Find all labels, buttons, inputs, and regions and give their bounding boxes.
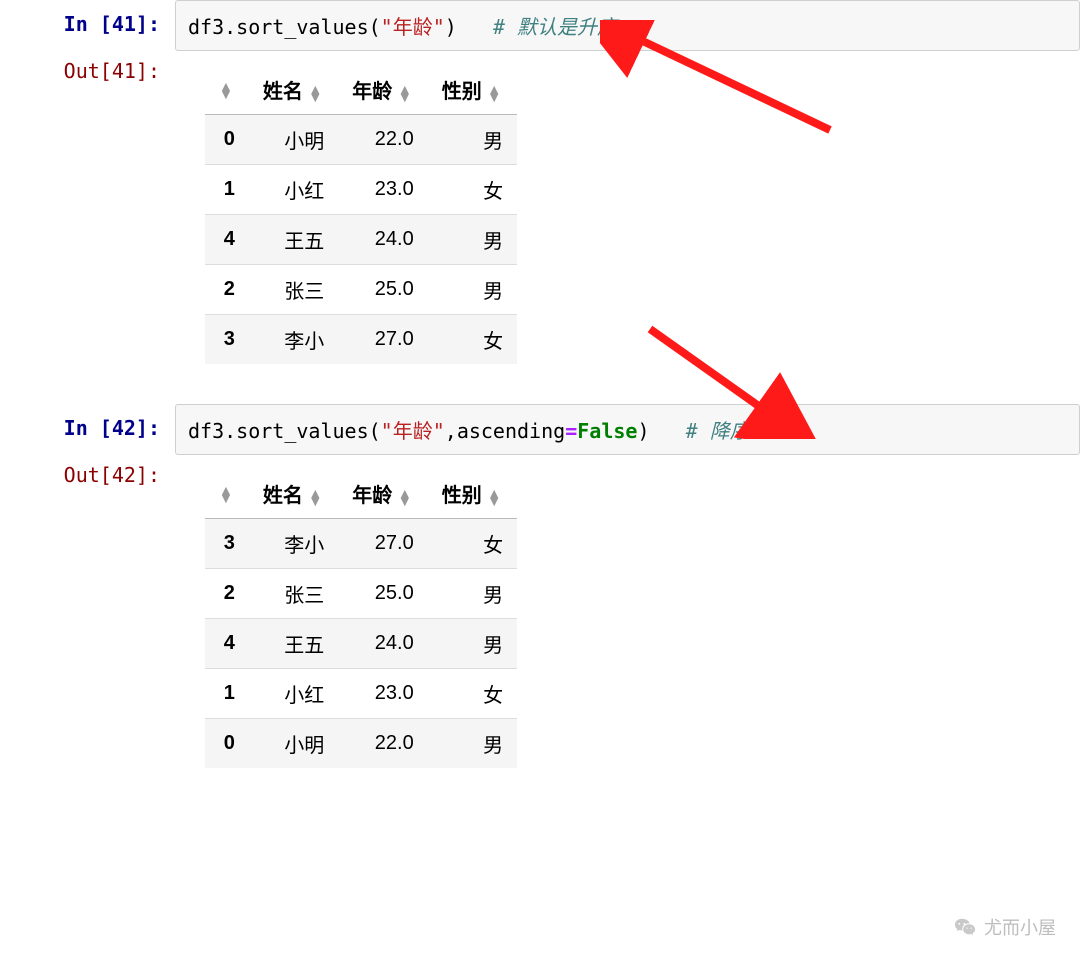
cell: 小明: [249, 115, 338, 165]
table-row: 4王五24.0男: [205, 619, 517, 669]
wechat-icon: [954, 916, 976, 938]
cell: 小明: [249, 719, 338, 769]
table-row: 3李小27.0女: [205, 315, 517, 365]
col-header[interactable]: 性别: [428, 469, 517, 519]
cell: 男: [428, 215, 517, 265]
out-prompt: Out[41]:: [0, 59, 175, 83]
row-index: 4: [205, 215, 249, 265]
sort-icon: [219, 486, 233, 502]
col-header[interactable]: 年龄: [338, 65, 427, 115]
col-header[interactable]: 姓名: [249, 65, 338, 115]
cell: 王五: [249, 215, 338, 265]
cell: 27.0: [338, 519, 427, 569]
cell: 王五: [249, 619, 338, 669]
cell: 李小: [249, 519, 338, 569]
sort-icon: [308, 85, 322, 101]
cell: 男: [428, 265, 517, 315]
code-obj: df3: [188, 15, 224, 39]
code-input[interactable]: df3.sort_values("年龄",ascending=False) # …: [175, 404, 1080, 455]
code-method: sort_values: [236, 15, 368, 39]
cell: 24.0: [338, 215, 427, 265]
cell: 张三: [249, 265, 338, 315]
col-header[interactable]: 姓名: [249, 469, 338, 519]
cell: 小红: [249, 669, 338, 719]
code-arg: "年龄": [381, 419, 445, 443]
row-index: 1: [205, 165, 249, 215]
row-index: 3: [205, 519, 249, 569]
table-row: 1小红23.0女: [205, 669, 517, 719]
in-prompt: In [42]:: [0, 404, 175, 440]
dataframe-table: 姓名 年龄 性别 3李小27.0女2张三25.0男4王五24.0男1小红23.0…: [205, 469, 517, 768]
sort-icon: [308, 489, 322, 505]
sort-icon: [398, 489, 412, 505]
cell: 22.0: [338, 115, 427, 165]
cell: 女: [428, 165, 517, 215]
col-header[interactable]: 性别: [428, 65, 517, 115]
notebook-cell-42: In [42]: df3.sort_values("年龄",ascending=…: [0, 404, 1080, 768]
output-area: 姓名 年龄 性别 0小明22.0男1小红23.0女4王五24.0男2张三25.0…: [175, 59, 1080, 364]
notebook-cell-41: In [41]: df3.sort_values("年龄") # 默认是升序 O…: [0, 0, 1080, 364]
sort-icon: [398, 85, 412, 101]
in-prompt: In [41]:: [0, 0, 175, 36]
row-index: 1: [205, 669, 249, 719]
cell: 李小: [249, 315, 338, 365]
cell: 男: [428, 719, 517, 769]
code-kwarg: ascending: [457, 419, 565, 443]
code-comment: # 降序: [686, 419, 750, 443]
row-index: 0: [205, 115, 249, 165]
cell: 27.0: [338, 315, 427, 365]
row-index: 2: [205, 265, 249, 315]
row-index: 3: [205, 315, 249, 365]
table-row: 3李小27.0女: [205, 519, 517, 569]
code-obj: df3: [188, 419, 224, 443]
code-comment: # 默认是升序: [493, 15, 617, 39]
code-input[interactable]: df3.sort_values("年龄") # 默认是升序: [175, 0, 1080, 51]
table-row: 1小红23.0女: [205, 165, 517, 215]
sort-icon: [219, 82, 233, 98]
cell: 女: [428, 669, 517, 719]
table-row: 0小明22.0男: [205, 115, 517, 165]
cell: 22.0: [338, 719, 427, 769]
index-header[interactable]: [205, 469, 249, 519]
watermark: 尤而小屋: [954, 914, 1056, 940]
watermark-text: 尤而小屋: [984, 914, 1056, 940]
table-header-row: 姓名 年龄 性别: [205, 65, 517, 115]
out-prompt: Out[42]:: [0, 463, 175, 487]
cell: 25.0: [338, 265, 427, 315]
table-header-row: 姓名 年龄 性别: [205, 469, 517, 519]
cell: 男: [428, 619, 517, 669]
row-index: 4: [205, 619, 249, 669]
output-area: 姓名 年龄 性别 3李小27.0女2张三25.0男4王五24.0男1小红23.0…: [175, 463, 1080, 768]
table-row: 2张三25.0男: [205, 569, 517, 619]
code-method: sort_values: [236, 419, 368, 443]
table-row: 4王五24.0男: [205, 215, 517, 265]
cell: 女: [428, 315, 517, 365]
table-row: 0小明22.0男: [205, 719, 517, 769]
dataframe-table: 姓名 年龄 性别 0小明22.0男1小红23.0女4王五24.0男2张三25.0…: [205, 65, 517, 364]
cell: 男: [428, 115, 517, 165]
cell: 25.0: [338, 569, 427, 619]
cell: 张三: [249, 569, 338, 619]
row-index: 0: [205, 719, 249, 769]
sort-icon: [487, 85, 501, 101]
cell: 女: [428, 519, 517, 569]
row-index: 2: [205, 569, 249, 619]
code-kwval: False: [577, 419, 637, 443]
cell: 23.0: [338, 669, 427, 719]
index-header[interactable]: [205, 65, 249, 115]
table-row: 2张三25.0男: [205, 265, 517, 315]
code-arg: "年龄": [381, 15, 445, 39]
col-header[interactable]: 年龄: [338, 469, 427, 519]
sort-icon: [487, 489, 501, 505]
cell: 男: [428, 569, 517, 619]
cell: 24.0: [338, 619, 427, 669]
cell: 小红: [249, 165, 338, 215]
cell: 23.0: [338, 165, 427, 215]
